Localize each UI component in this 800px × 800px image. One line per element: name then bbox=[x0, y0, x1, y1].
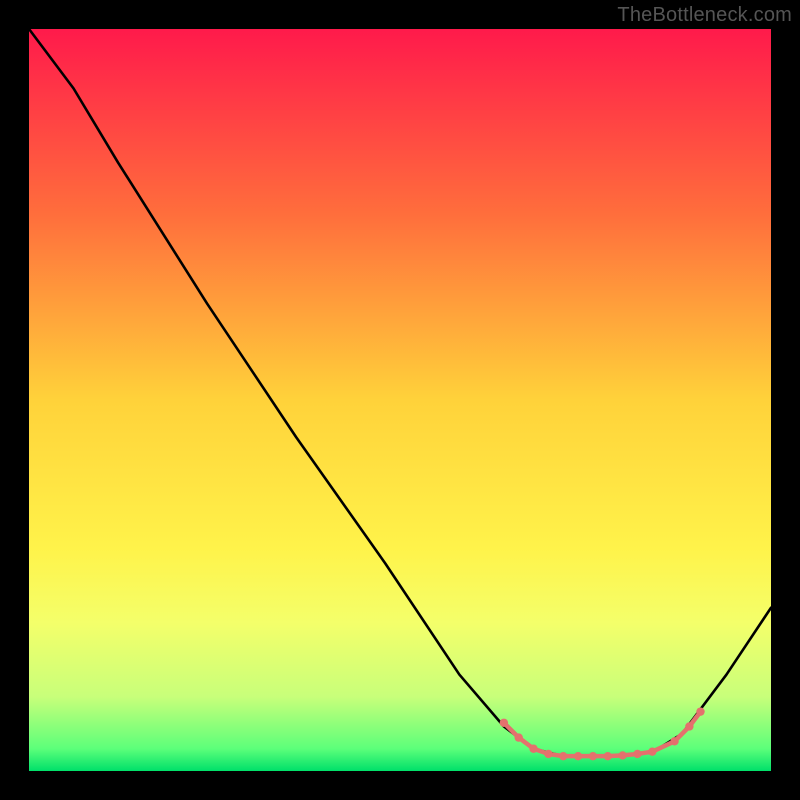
data-point bbox=[604, 752, 612, 760]
watermark-text: TheBottleneck.com bbox=[617, 4, 792, 27]
chart-svg bbox=[29, 29, 771, 771]
data-point bbox=[559, 752, 567, 760]
data-point bbox=[515, 733, 523, 741]
chart-background bbox=[29, 29, 771, 771]
chart-plot-area bbox=[29, 29, 771, 771]
data-point bbox=[685, 722, 693, 730]
data-point bbox=[500, 719, 508, 727]
chart-frame: TheBottleneck.com bbox=[0, 0, 800, 800]
data-point bbox=[574, 752, 582, 760]
data-point bbox=[544, 750, 552, 758]
data-point bbox=[633, 750, 641, 758]
data-point bbox=[618, 751, 626, 759]
data-point bbox=[648, 748, 656, 756]
data-point bbox=[670, 737, 678, 745]
data-point bbox=[696, 707, 704, 715]
data-point bbox=[529, 745, 537, 753]
data-point bbox=[589, 752, 597, 760]
